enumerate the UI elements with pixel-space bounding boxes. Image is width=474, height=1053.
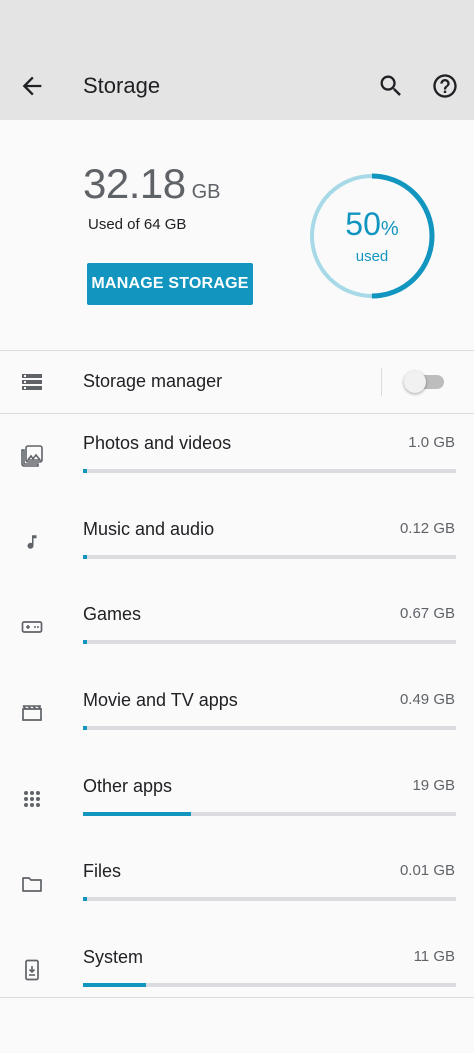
used-of-total: Used of 64 GB (88, 216, 187, 233)
bottom-divider (0, 997, 474, 998)
category-usage-fill (83, 811, 192, 816)
category-name: Games (83, 604, 142, 625)
category-name: System (83, 947, 144, 968)
category-name: Other apps (83, 775, 173, 796)
help-icon[interactable] (431, 72, 459, 100)
category-size: 1.0 GB (408, 434, 455, 451)
category-usage-bar (83, 983, 456, 988)
category-usage-fill (83, 554, 87, 559)
category-usage-fill (83, 726, 87, 731)
category-usage-bar (83, 640, 456, 645)
category-usage-bar (83, 469, 456, 473)
category-usage-bar (83, 897, 456, 902)
category-usage-fill (83, 640, 87, 645)
vertical-divider (381, 368, 382, 396)
usage-percent-sign: % (380, 218, 399, 240)
photo-library-icon (20, 444, 44, 468)
category-size: 19 GB (412, 776, 455, 794)
category-name: Music and audio (83, 518, 215, 539)
usage-percent: 50 (345, 206, 381, 242)
toggle-thumb (404, 371, 426, 393)
search-icon[interactable] (377, 72, 405, 100)
category-usage-bar (83, 811, 456, 816)
storage-manager-label: Storage manager (83, 371, 223, 391)
apps-grid-icon (20, 787, 44, 811)
storage-manager-row[interactable]: Storage manager (0, 351, 474, 413)
page-title: Storage (83, 73, 161, 98)
category-row[interactable]: Music and audio 0.12 GB (0, 500, 474, 586)
usage-used-word: used (355, 248, 389, 265)
category-usage-fill (83, 469, 87, 473)
category-size: 0.12 GB (399, 519, 455, 537)
movie-icon (20, 701, 44, 725)
arrow-back-icon[interactable] (18, 72, 46, 100)
category-usage-fill (83, 897, 87, 902)
category-size: 11 GB (413, 948, 455, 966)
folder-icon (20, 872, 44, 896)
system-phone-icon (20, 958, 44, 982)
category-size: 0.67 GB (399, 605, 455, 623)
category-usage-fill (83, 983, 147, 988)
used-size-unit: GB (191, 181, 221, 203)
usage-ring-label: 50% used (308, 172, 436, 300)
storage-icon (20, 370, 44, 394)
category-name: Movie and TV apps (83, 690, 238, 711)
category-size: 0.01 GB (399, 862, 455, 880)
category-row[interactable]: Other apps 19 GB (0, 757, 474, 843)
category-row[interactable]: Files 0.01 GB (0, 842, 474, 928)
status-bar (0, 0, 474, 52)
manage-storage-button[interactable]: MANAGE STORAGE (87, 263, 253, 305)
category-list: Photos and videos 1.0 GB Music and audio 0.… (0, 414, 474, 1014)
storage-manager-toggle[interactable] (404, 370, 444, 394)
category-usage-bar (83, 726, 456, 731)
music-note-icon (20, 530, 44, 554)
used-size-number: 32.18 (83, 160, 186, 207)
used-size: 32.18 GB (83, 160, 221, 208)
storage-summary: 32.18 GB Used of 64 GB MANAGE STORAGE 50%… (0, 120, 474, 350)
app-bar: Storage (0, 52, 474, 120)
gamepad-icon (20, 615, 44, 639)
category-row[interactable]: Games 0.67 GB (0, 585, 474, 671)
category-row[interactable]: Movie and TV apps 0.49 GB (0, 671, 474, 757)
category-name: Photos and videos (83, 433, 232, 453)
category-usage-bar (83, 554, 456, 559)
category-name: Files (83, 861, 122, 882)
category-size: 0.49 GB (399, 691, 455, 709)
category-row[interactable]: Photos and videos 1.0 GB (0, 414, 474, 500)
category-row[interactable]: System 11 GB (0, 928, 474, 1014)
